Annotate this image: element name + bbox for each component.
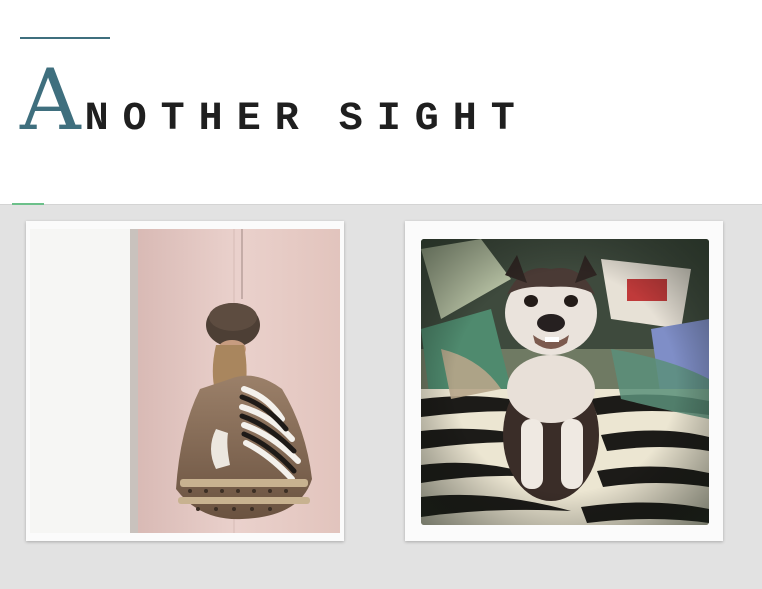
- site-logo[interactable]: A NOTHER SIGHT: [20, 58, 529, 142]
- logo-initial: A: [20, 51, 81, 149]
- header-rule: [20, 37, 110, 39]
- gallery-accent-line: [12, 203, 44, 205]
- logo-text: NOTHER SIGHT: [85, 100, 529, 140]
- logo-word-1: NOTHER: [84, 97, 313, 142]
- photo-bulldog[interactable]: [421, 239, 709, 525]
- photo-fur-coat-woman[interactable]: [30, 229, 340, 533]
- gallery-card-1[interactable]: [26, 221, 344, 541]
- logo-word-2: SIGHT: [338, 97, 529, 142]
- photo-fur-coat-woman-image: [30, 229, 340, 533]
- photo-bulldog-image: [421, 239, 709, 525]
- gallery-card-2[interactable]: [405, 221, 723, 541]
